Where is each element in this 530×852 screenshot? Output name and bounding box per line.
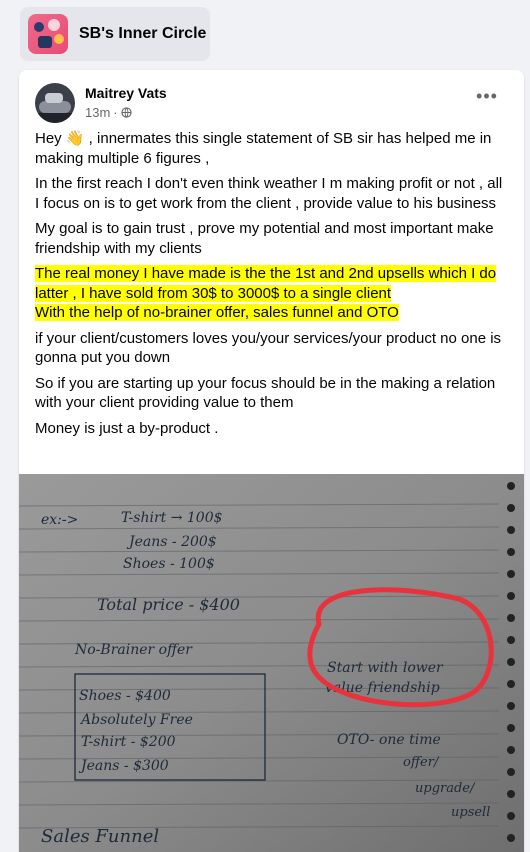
highlighted-text: With the help of no-brainer offer, sales… — [35, 304, 399, 321]
post-meta: 13m · — [85, 105, 132, 120]
note-row1-label: ex:-> — [41, 512, 78, 528]
note-circle-line1: Start with lower — [327, 660, 444, 676]
highlighted-paragraph: The real money I have made is the the 1s… — [35, 264, 510, 323]
post-paragraph: Money is just a by-product . — [35, 419, 219, 437]
note-oto-line4: upsell — [451, 805, 490, 820]
group-name[interactable]: SB's Inner Circle — [79, 25, 206, 43]
author-name[interactable]: Maitrey Vats — [85, 85, 167, 101]
group-avatar — [28, 14, 68, 54]
note-oto-line2: offer/ — [403, 755, 440, 770]
highlighted-text: The real money I have made is the the 1s… — [35, 265, 497, 302]
note-offer: No-Brainer offer — [74, 642, 193, 658]
post-paragraph: if your client/customers loves you/your … — [35, 329, 502, 367]
note-box-row2: Absolutely Free — [79, 712, 193, 728]
note-box-row3: T-shirt - $200 — [81, 734, 176, 750]
post-paragraph: My goal is to gain trust , prove my pote… — [35, 220, 494, 257]
post-text: Hey 👋 , innermates this single statement… — [35, 129, 510, 444]
note-row1: T-shirt → 100$ — [121, 510, 223, 526]
post-paragraph: Hey 👋 , innermates this single statement… — [35, 130, 492, 167]
note-box-row4: Jeans - $300 — [78, 758, 169, 774]
post-header: Maitrey Vats 13m · ••• — [19, 70, 524, 130]
post-time[interactable]: 13m — [85, 105, 110, 120]
note-row3: Shoes - 100$ — [123, 556, 215, 572]
note-oto-line3: upgrade/ — [415, 781, 476, 796]
notebook-photo: ex:-> T-shirt → 100$ Jeans - 200$ Shoes … — [19, 474, 524, 852]
note-row2: Jeans - 200$ — [126, 534, 217, 550]
group-header: SB's Inner Circle — [0, 0, 530, 62]
meta-separator: · — [113, 105, 118, 120]
note-funnel: Sales Funnel — [41, 826, 159, 847]
post-paragraph: In the first reach I don't even think we… — [35, 175, 503, 212]
note-oto-line1: OTO- one time — [337, 732, 441, 748]
post-card: Maitrey Vats 13m · ••• Hey 👋 , innermate… — [19, 70, 524, 852]
globe-icon — [120, 107, 132, 118]
post-photo[interactable]: ex:-> T-shirt → 100$ Jeans - 200$ Shoes … — [19, 474, 524, 852]
note-box-row1: Shoes - $400 — [79, 688, 171, 704]
note-total: Total price - $400 — [97, 595, 240, 614]
post-paragraph: So if you are starting up your focus sho… — [35, 374, 496, 412]
group-link[interactable]: SB's Inner Circle — [20, 7, 210, 61]
author-avatar[interactable] — [35, 83, 75, 123]
more-options-button[interactable]: ••• — [472, 87, 502, 110]
